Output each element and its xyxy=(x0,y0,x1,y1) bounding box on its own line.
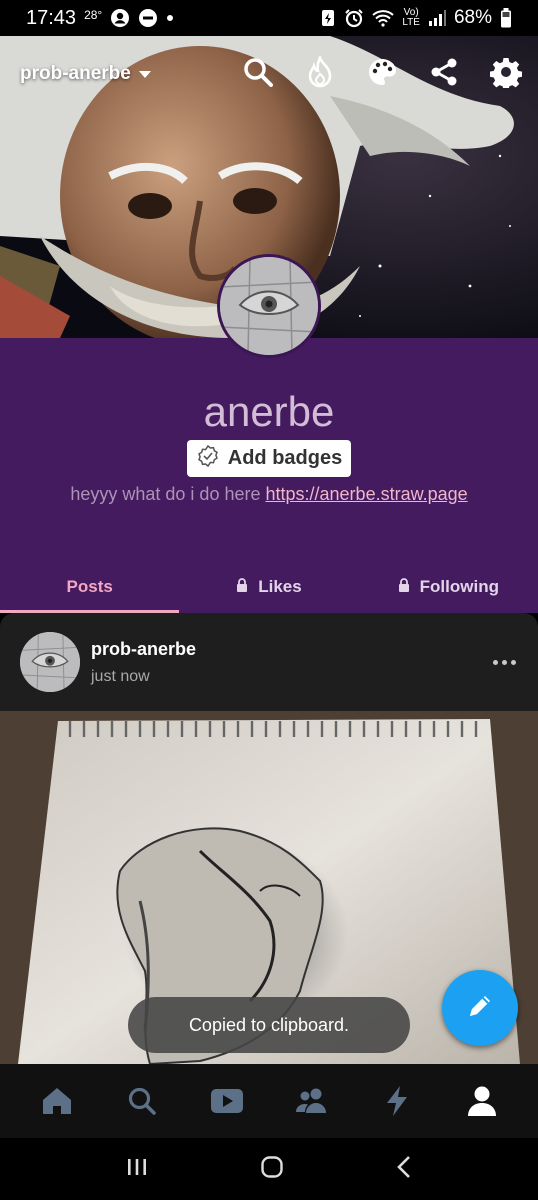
bottom-nav xyxy=(0,1064,538,1138)
people-icon[interactable] xyxy=(292,1081,332,1121)
post-meta: prob-anerbe just now xyxy=(91,639,196,686)
home-button-icon[interactable] xyxy=(260,1155,284,1184)
post-avatar[interactable] xyxy=(20,632,80,692)
status-right: Vo) LTE 68% xyxy=(320,7,512,29)
share-icon[interactable] xyxy=(426,54,462,90)
lock-icon xyxy=(236,577,248,597)
blog-name: anerbe xyxy=(203,388,335,435)
tab-likes[interactable]: Likes xyxy=(179,560,358,613)
tab-following[interactable]: Following xyxy=(359,560,538,613)
battery-icon xyxy=(500,8,512,28)
pencil-icon xyxy=(465,991,495,1026)
chevron-down-icon xyxy=(138,70,151,78)
tab-posts-label: Posts xyxy=(66,576,113,596)
add-badges-label: Add badges xyxy=(227,447,343,469)
home-icon[interactable] xyxy=(37,1081,77,1121)
status-time: 17:43 xyxy=(26,6,77,29)
activity-icon[interactable] xyxy=(377,1081,417,1121)
bio-link[interactable]: https://anerbe.straw.page xyxy=(266,484,468,504)
toast-message: Copied to clipboard. xyxy=(128,997,410,1053)
profile-tabs: Posts Likes Following xyxy=(0,560,538,613)
avatar[interactable] xyxy=(217,254,321,358)
battery-saver-icon xyxy=(320,8,336,28)
palette-icon[interactable] xyxy=(364,54,400,90)
do-not-disturb-icon xyxy=(138,8,158,28)
video-icon[interactable] xyxy=(207,1081,247,1121)
badge-icon xyxy=(196,444,220,474)
tab-posts[interactable]: Posts xyxy=(0,560,180,613)
notification-dot-icon xyxy=(166,14,174,22)
search-icon[interactable] xyxy=(122,1081,162,1121)
back-icon[interactable] xyxy=(396,1155,412,1184)
tab-likes-label: Likes xyxy=(258,576,302,596)
bio-text: heyyy what do i do here xyxy=(70,484,261,504)
avatar-image xyxy=(220,257,318,355)
account-icon[interactable] xyxy=(462,1081,502,1121)
header-actions xyxy=(240,54,524,90)
compose-button[interactable] xyxy=(442,970,518,1046)
wifi-icon xyxy=(372,9,395,27)
battery-percent: 68% xyxy=(453,7,492,28)
more-options-icon[interactable] xyxy=(493,659,516,665)
lock-icon xyxy=(398,577,410,597)
status-temperature: 28° xyxy=(84,8,103,22)
fire-icon[interactable] xyxy=(302,54,338,90)
alarm-icon xyxy=(344,8,364,28)
post-author[interactable]: prob-anerbe xyxy=(91,639,196,660)
account-circle-icon xyxy=(110,8,130,28)
network-label: LTE xyxy=(402,17,420,28)
add-badges-button[interactable]: Add badges xyxy=(187,440,351,477)
tab-following-label: Following xyxy=(419,576,499,596)
blog-switcher-label: prob-anerbe xyxy=(20,63,131,84)
recent-apps-icon[interactable] xyxy=(126,1157,148,1182)
signal-icon xyxy=(428,10,446,26)
search-icon[interactable] xyxy=(240,54,276,90)
post-header: prob-anerbe just now xyxy=(0,613,538,711)
gear-icon[interactable] xyxy=(488,54,524,90)
blog-description: heyyy what do i do here https://anerbe.s… xyxy=(0,484,538,505)
status-left: 17:43 28° xyxy=(26,7,174,30)
blog-switcher[interactable]: prob-anerbe xyxy=(20,58,151,90)
post-timestamp: just now xyxy=(91,667,150,685)
status-bar: 17:43 28° Vo) LTE 68% xyxy=(0,0,538,36)
volte-icon: Vo) LTE xyxy=(402,7,420,28)
system-nav-bar xyxy=(0,1138,538,1200)
